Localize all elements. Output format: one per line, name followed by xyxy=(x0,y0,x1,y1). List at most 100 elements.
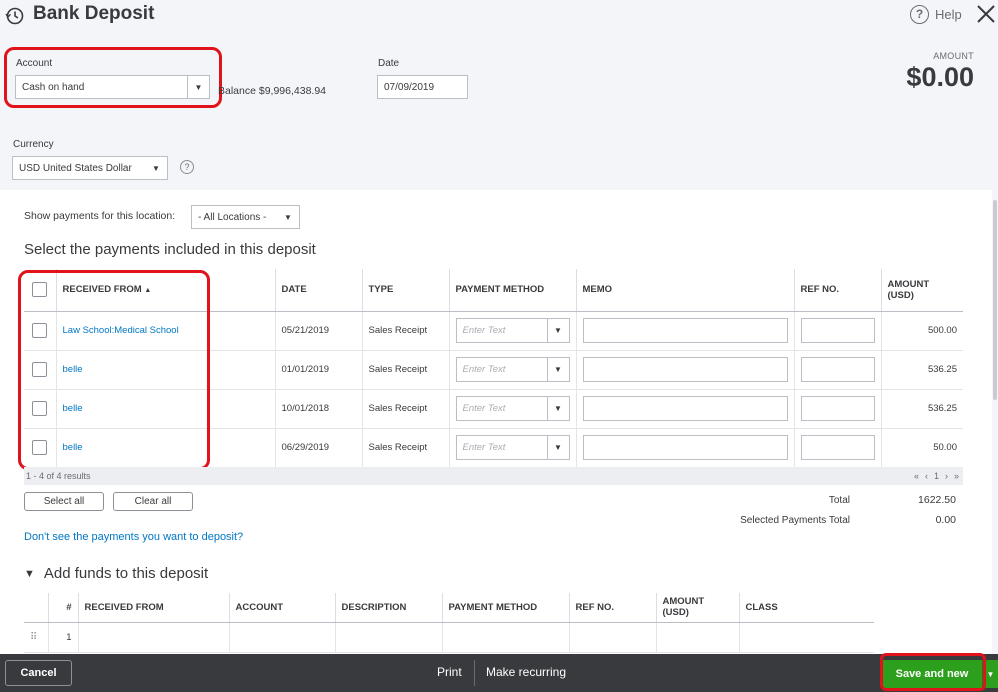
row-type: Sales Receipt xyxy=(362,350,450,390)
currency-help-icon[interactable]: ? xyxy=(180,160,194,174)
page-number[interactable]: 1 xyxy=(934,471,939,481)
chevron-down-icon[interactable]: ▼ xyxy=(145,157,167,179)
payment-method-select[interactable]: Enter Text ▼ xyxy=(455,396,570,421)
memo-input[interactable] xyxy=(582,357,788,382)
chevron-down-icon[interactable]: ▼ xyxy=(982,660,998,688)
chevron-down-icon[interactable]: ▼ xyxy=(546,358,569,381)
account-select[interactable]: Cash on hand ▼ xyxy=(15,75,210,99)
date-field[interactable]: 07/09/2019 xyxy=(377,75,468,99)
row-number: 1 xyxy=(48,622,79,653)
print-button[interactable]: Print xyxy=(437,665,462,679)
select-all-button[interactable]: Select all xyxy=(24,492,104,511)
location-value: - All Locations - xyxy=(198,211,267,223)
sort-asc-icon: ▲ xyxy=(144,287,152,295)
cell-amount[interactable] xyxy=(656,622,740,653)
col-class: CLASS xyxy=(739,593,874,623)
received-from-link[interactable]: Law School:Medical School xyxy=(63,325,179,336)
help-button[interactable]: ? Help xyxy=(910,3,962,25)
ref-no-input[interactable] xyxy=(800,396,875,421)
row-type: Sales Receipt xyxy=(362,311,450,351)
row-amount: 50.00 xyxy=(881,428,963,468)
row-checkbox[interactable] xyxy=(32,362,48,377)
table-row: belle 06/29/2019 Sales Receipt Enter Tex… xyxy=(24,428,963,468)
clear-all-button[interactable]: Clear all xyxy=(113,492,193,511)
prev-page-button[interactable]: ‹ xyxy=(925,471,928,481)
currency-value: USD United States Dollar xyxy=(19,162,132,174)
payment-method-select[interactable]: Enter Text ▼ xyxy=(455,318,570,343)
location-label: Show payments for this location: xyxy=(24,210,176,222)
row-checkbox[interactable] xyxy=(32,323,48,338)
col-date[interactable]: DATE xyxy=(275,269,363,312)
col-amount: AMOUNT (USD) xyxy=(656,593,740,623)
footer-divider xyxy=(474,660,475,686)
ref-no-input[interactable] xyxy=(800,435,875,460)
col-received-from: RECEIVED FROM xyxy=(78,593,230,623)
save-and-new-button[interactable]: Save and new xyxy=(882,660,982,688)
missing-payments-link[interactable]: Don't see the payments you want to depos… xyxy=(24,531,243,543)
received-from-link[interactable]: belle xyxy=(63,403,83,414)
col-memo: MEMO xyxy=(576,269,795,312)
history-icon[interactable] xyxy=(5,6,25,26)
row-type: Sales Receipt xyxy=(362,428,450,468)
total-label: Total xyxy=(828,495,850,506)
col-ref-no: REF NO. xyxy=(569,593,657,623)
ref-no-input[interactable] xyxy=(800,357,875,382)
collapse-triangle-icon: ▼ xyxy=(24,567,35,580)
chevron-down-icon[interactable]: ▼ xyxy=(546,436,569,459)
cell-received-from[interactable] xyxy=(78,622,230,653)
select-all-checkbox[interactable] xyxy=(32,282,48,298)
memo-input[interactable] xyxy=(582,435,788,460)
pager-controls: « ‹ 1 › » xyxy=(914,471,959,481)
chevron-down-icon[interactable]: ▼ xyxy=(546,319,569,342)
col-amount[interactable]: AMOUNT (USD) xyxy=(881,269,963,312)
close-icon[interactable] xyxy=(975,3,997,25)
row-amount: 536.25 xyxy=(881,389,963,429)
col-description: DESCRIPTION xyxy=(335,593,443,623)
chevron-down-icon[interactable]: ▼ xyxy=(546,397,569,420)
add-funds-table: # RECEIVED FROM ACCOUNT DESCRIPTION PAYM… xyxy=(24,593,874,653)
last-page-button[interactable]: » xyxy=(954,471,959,481)
cell-class[interactable] xyxy=(739,622,874,653)
next-page-button[interactable]: › xyxy=(945,471,948,481)
help-label: Help xyxy=(935,6,962,22)
row-amount: 536.25 xyxy=(881,350,963,390)
row-checkbox[interactable] xyxy=(32,440,48,455)
col-received-from[interactable]: RECEIVED FROM ▲ xyxy=(56,269,276,312)
drag-handle-icon[interactable]: ⠿ xyxy=(24,622,49,653)
payments-header-row: RECEIVED FROM ▲ DATE TYPE PAYMENT METHOD… xyxy=(24,269,963,312)
cell-description[interactable] xyxy=(335,622,443,653)
cell-ref-no[interactable] xyxy=(569,622,657,653)
col-account: ACCOUNT xyxy=(229,593,336,623)
memo-input[interactable] xyxy=(582,396,788,421)
col-payment-method: PAYMENT METHOD xyxy=(449,269,577,312)
help-icon: ? xyxy=(910,4,929,24)
row-checkbox[interactable] xyxy=(32,401,48,416)
cell-payment-method[interactable] xyxy=(442,622,570,653)
currency-label: Currency xyxy=(13,139,54,150)
received-from-link[interactable]: belle xyxy=(63,442,83,453)
amount-value: $0.00 xyxy=(906,62,974,92)
ref-no-input[interactable] xyxy=(800,318,875,343)
received-from-link[interactable]: belle xyxy=(63,364,83,375)
cancel-button[interactable]: Cancel xyxy=(5,660,72,686)
add-funds-toggle[interactable]: ▼ Add funds to this deposit xyxy=(24,565,208,582)
account-label: Account xyxy=(16,58,53,69)
table-row: ⠿ 1 xyxy=(24,622,874,653)
row-date: 05/21/2019 xyxy=(275,311,363,351)
scrollbar-thumb[interactable] xyxy=(993,200,997,400)
col-type[interactable]: TYPE xyxy=(362,269,450,312)
payment-method-select[interactable]: Enter Text ▼ xyxy=(455,435,570,460)
chevron-down-icon[interactable]: ▼ xyxy=(277,206,299,228)
currency-select[interactable]: USD United States Dollar ▼ xyxy=(12,156,168,180)
selected-total-label: Selected Payments Total xyxy=(740,515,850,526)
memo-input[interactable] xyxy=(582,318,788,343)
payment-method-select[interactable]: Enter Text ▼ xyxy=(455,357,570,382)
add-funds-title: Add funds to this deposit xyxy=(43,565,209,582)
cell-account[interactable] xyxy=(229,622,336,653)
make-recurring-button[interactable]: Make recurring xyxy=(486,665,566,679)
location-select[interactable]: - All Locations - ▼ xyxy=(191,205,300,229)
add-funds-header-row: # RECEIVED FROM ACCOUNT DESCRIPTION PAYM… xyxy=(24,593,874,623)
chevron-down-icon[interactable]: ▼ xyxy=(187,76,209,98)
first-page-button[interactable]: « xyxy=(914,471,919,481)
table-row: belle 01/01/2019 Sales Receipt Enter Tex… xyxy=(24,350,963,390)
